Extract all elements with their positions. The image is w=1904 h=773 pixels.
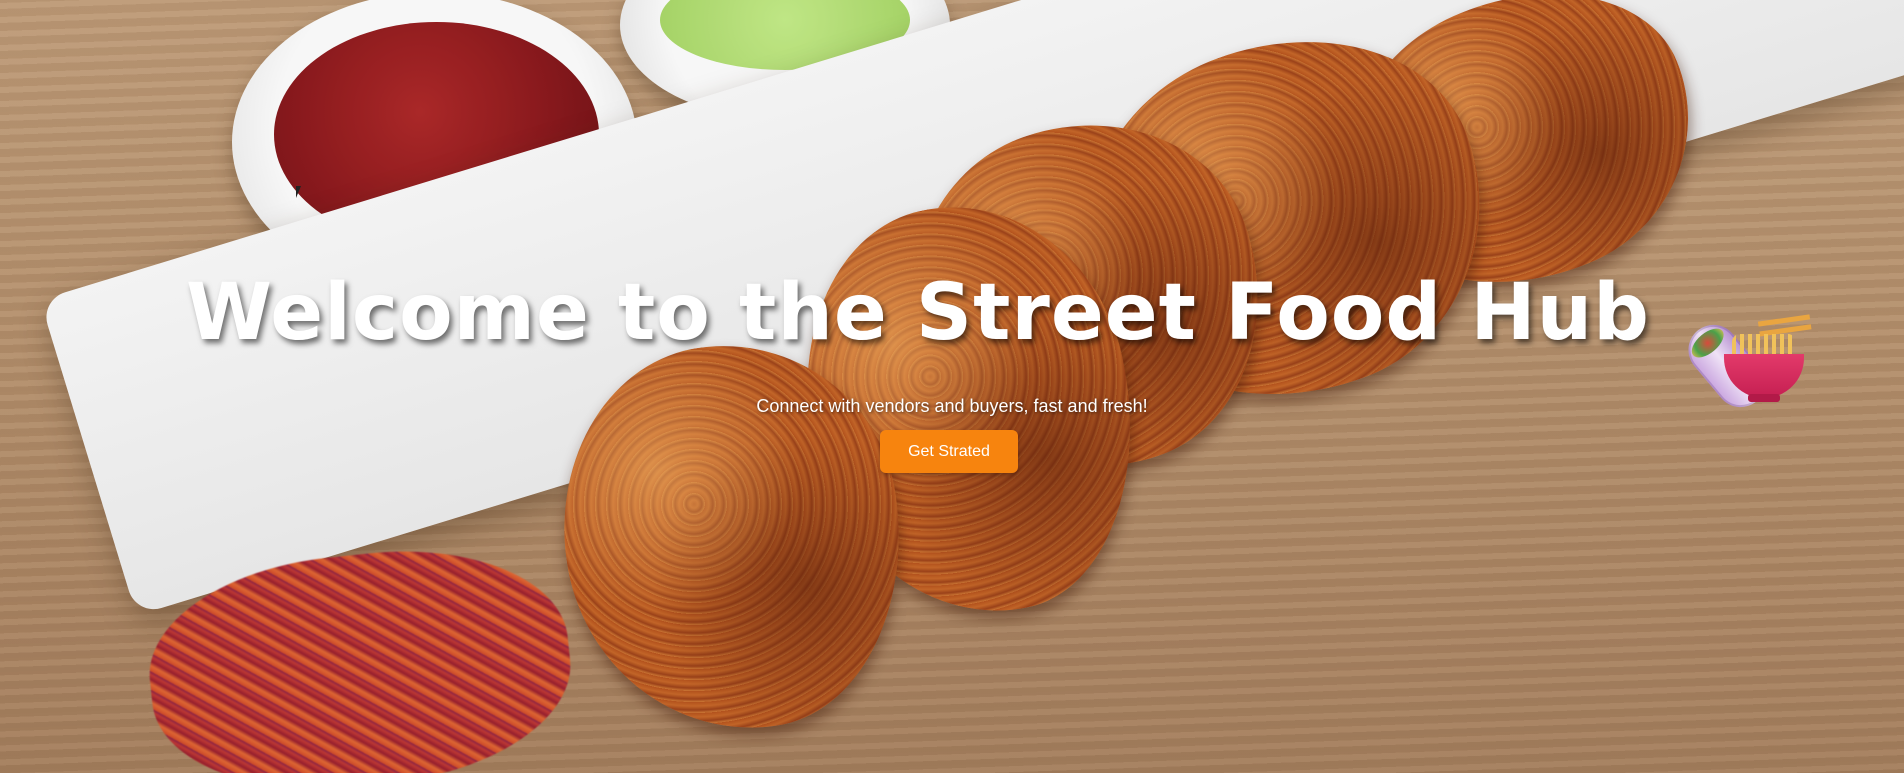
- hero-title: Welcome to the Street Food Hub: [0, 268, 1904, 417]
- mouse-cursor-icon: [296, 186, 301, 198]
- get-started-button[interactable]: Get Strated: [880, 430, 1018, 473]
- hero-section: Welcome to the Street Food Hub Connect w…: [0, 0, 1904, 773]
- hero-subtitle: Connect with vendors and buyers, fast an…: [756, 396, 1148, 416]
- hero-title-text: Welcome to the Street Food Hub: [185, 268, 1651, 358]
- background-overlay: [0, 0, 1904, 773]
